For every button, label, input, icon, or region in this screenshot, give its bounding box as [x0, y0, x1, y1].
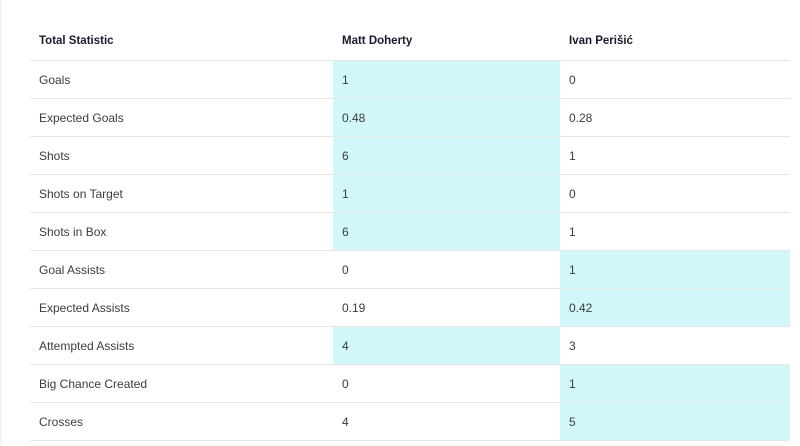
stat-name-cell: Goal Assists	[30, 250, 333, 289]
table-row: Expected Goals 0.48 0.28	[30, 98, 790, 137]
player2-value-cell: 1	[560, 136, 790, 175]
player2-value-cell: 1	[560, 364, 790, 403]
player2-value-cell: 0.28	[560, 98, 790, 137]
player1-value-cell: 0	[333, 364, 560, 403]
player1-value-cell: 6	[333, 136, 560, 175]
stat-name-cell: Big Chance Created	[30, 364, 333, 403]
player1-value-cell: 6	[333, 212, 560, 251]
stat-name-cell: Expected Assists	[30, 288, 333, 327]
table-row: Goals 1 0	[30, 60, 790, 99]
stat-name-cell: Attempted Assists	[30, 326, 333, 365]
player2-value-cell: 1	[560, 212, 790, 251]
table-row: Shots 6 1	[30, 136, 790, 175]
player1-value-cell: 0	[333, 250, 560, 289]
stat-column-header: Total Statistic	[39, 35, 114, 47]
player1-value-cell: 1	[333, 174, 560, 213]
stat-name-cell: Expected Goals	[30, 98, 333, 137]
table-row: Goal Assists 0 1	[30, 250, 790, 289]
player2-value-cell: 5	[560, 402, 790, 441]
table-row: Shots in Box 6 1	[30, 212, 790, 251]
stats-table-body: Goals 1 0 Expected Goals 0.48 0.28 Shots 6 1 Shot…	[30, 60, 790, 441]
player2-value-cell: 3	[560, 326, 790, 365]
player2-value-cell: 0.42	[560, 288, 790, 327]
player1-value-cell: 4	[333, 402, 560, 441]
player2-value-cell: 0	[560, 60, 790, 99]
table-row: Expected Assists 0.19 0.42	[30, 288, 790, 327]
player2-value-cell: 0	[560, 174, 790, 213]
player2-column-header: Ivan Perišić	[569, 35, 633, 47]
player2-value-cell: 1	[560, 250, 790, 289]
table-header-row: Total Statistic Matt Doherty Ivan Periši…	[30, 22, 790, 61]
stats-comparison-card: Total Statistic Matt Doherty Ivan Periši…	[2, 0, 800, 446]
player1-value-cell: 0.48	[333, 98, 560, 137]
table-row: Attempted Assists 4 3	[30, 326, 790, 365]
table-row: Crosses 4 5	[30, 402, 790, 441]
table-row: Big Chance Created 0 1	[30, 364, 790, 403]
stat-name-cell: Crosses	[30, 402, 333, 441]
table-row: Shots on Target 1 0	[30, 174, 790, 213]
stat-name-cell: Shots on Target	[30, 174, 333, 213]
stats-comparison-table: Total Statistic Matt Doherty Ivan Periši…	[30, 22, 790, 441]
stat-name-cell: Shots in Box	[30, 212, 333, 251]
player1-value-cell: 1	[333, 60, 560, 99]
player1-column-header: Matt Doherty	[342, 35, 413, 47]
stat-name-cell: Shots	[30, 136, 333, 175]
player1-value-cell: 4	[333, 326, 560, 365]
stat-name-cell: Goals	[30, 60, 333, 99]
player1-value-cell: 0.19	[333, 288, 560, 327]
